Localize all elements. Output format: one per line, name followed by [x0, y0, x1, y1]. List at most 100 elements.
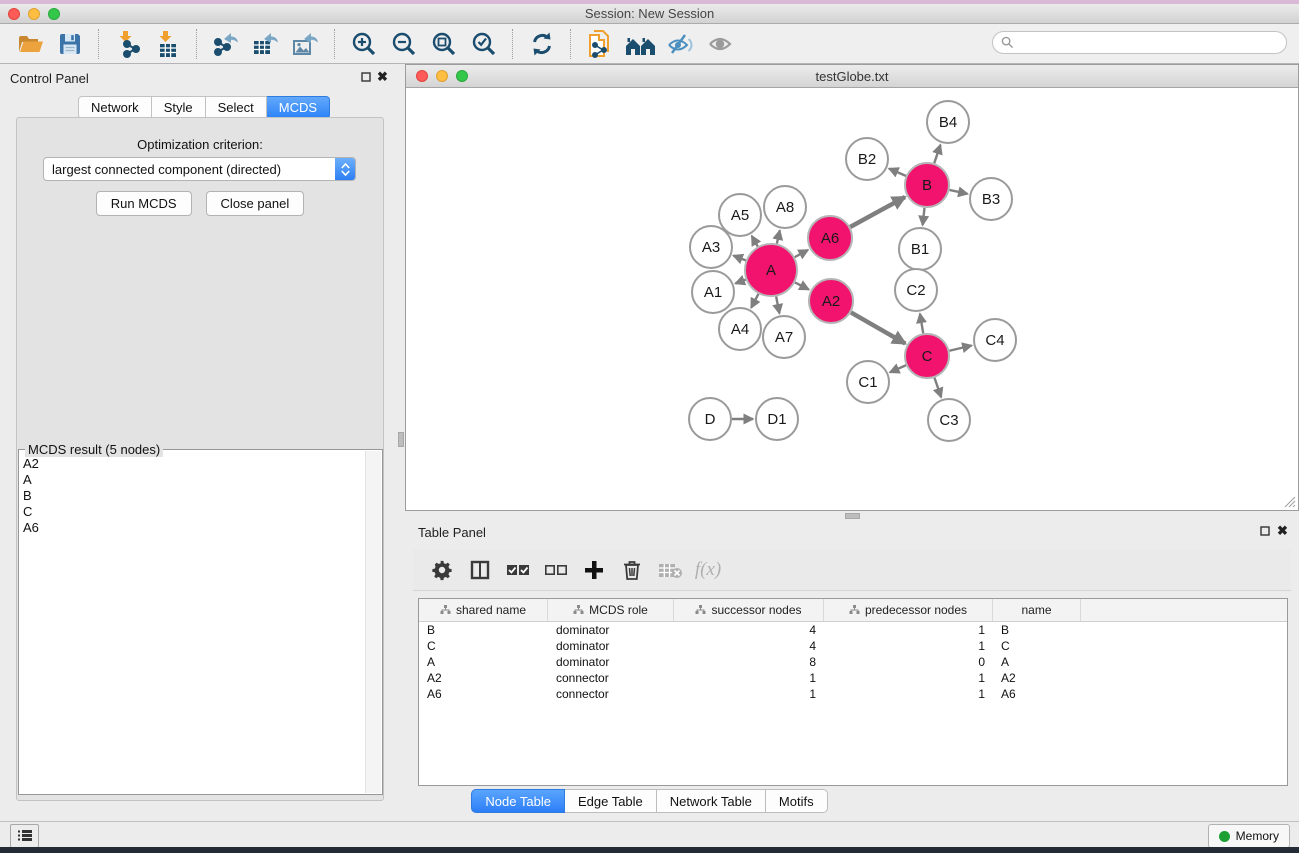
table-row[interactable]: Cdominator41C: [419, 638, 1287, 654]
graph-node-A6[interactable]: A6: [808, 216, 852, 260]
column-header-shared-name[interactable]: shared name: [419, 599, 548, 621]
task-history-button[interactable]: [10, 824, 39, 848]
create-column-icon[interactable]: [577, 554, 611, 586]
save-session-icon[interactable]: [53, 28, 87, 60]
resize-grip-icon[interactable]: [1282, 494, 1296, 508]
run-mcds-button[interactable]: Run MCDS: [96, 191, 192, 216]
select-columns-icon[interactable]: [463, 554, 497, 586]
table-settings-icon[interactable]: [425, 554, 459, 586]
memory-button[interactable]: Memory: [1208, 824, 1290, 848]
export-network-icon[interactable]: [209, 28, 243, 60]
graph-node-D1[interactable]: D1: [756, 398, 798, 440]
graph-node-B4[interactable]: B4: [927, 101, 969, 143]
graph-node-B2[interactable]: B2: [846, 138, 888, 180]
zoom-fit-icon[interactable]: [427, 28, 461, 60]
table-row[interactable]: A2connector11A2: [419, 670, 1287, 686]
graph-node-A7[interactable]: A7: [763, 316, 805, 358]
hide-selected-icon[interactable]: [663, 28, 697, 60]
graph-node-A4[interactable]: A4: [719, 308, 761, 350]
apply-layout-icon[interactable]: [525, 28, 559, 60]
tab-mcds[interactable]: MCDS: [267, 96, 330, 119]
tab-style[interactable]: Style: [152, 96, 206, 119]
graph-node-A3[interactable]: A3: [690, 226, 732, 268]
control-panel-close-icon[interactable]: ✖: [377, 71, 388, 83]
graph-node-B[interactable]: B: [905, 163, 949, 207]
graph-node-A1[interactable]: A1: [692, 271, 734, 313]
graph-node-A[interactable]: A: [745, 244, 797, 296]
table-row[interactable]: Adominator80A: [419, 654, 1287, 670]
graph-node-A2[interactable]: A2: [809, 279, 853, 323]
deselect-all-rows-icon[interactable]: [539, 554, 573, 586]
tab-motifs[interactable]: Motifs: [766, 789, 828, 813]
edge-B-B2[interactable]: [889, 169, 906, 176]
edge-A-A3[interactable]: [733, 256, 745, 261]
graph-node-C4[interactable]: C4: [974, 319, 1016, 361]
column-header-name[interactable]: name: [993, 599, 1081, 621]
table-panel-float-icon[interactable]: [1260, 526, 1270, 538]
mcds-result-item[interactable]: A6: [23, 520, 39, 536]
zoom-out-icon[interactable]: [387, 28, 421, 60]
mcds-result-item[interactable]: B: [23, 488, 39, 504]
edge-A-A8[interactable]: [777, 230, 780, 243]
edge-A-A4[interactable]: [751, 294, 758, 308]
search-input[interactable]: [1014, 35, 1268, 51]
export-image-icon[interactable]: [289, 28, 323, 60]
mcds-result-scrollbar[interactable]: [365, 451, 381, 793]
edge-A6-B[interactable]: [850, 197, 905, 227]
import-network-icon[interactable]: [111, 28, 145, 60]
select-all-rows-icon[interactable]: [501, 554, 535, 586]
tab-node-table[interactable]: Node Table: [471, 789, 565, 813]
edge-B-B4[interactable]: [934, 145, 940, 163]
mcds-result-item[interactable]: A2: [23, 456, 39, 472]
first-neighbors-icon[interactable]: [623, 28, 657, 60]
graph-node-A5[interactable]: A5: [719, 194, 761, 236]
graph-node-C3[interactable]: C3: [928, 399, 970, 441]
graph-node-A8[interactable]: A8: [764, 186, 806, 228]
import-table-icon[interactable]: [151, 28, 185, 60]
edge-A-A5[interactable]: [752, 236, 758, 247]
criterion-dropdown[interactable]: largest connected component (directed): [43, 157, 356, 181]
table-panel-close-icon[interactable]: ✖: [1277, 525, 1288, 537]
vertical-splitter-handle[interactable]: [398, 432, 404, 447]
graph-node-C1[interactable]: C1: [847, 361, 889, 403]
edge-B-B1[interactable]: [923, 208, 925, 225]
graph-node-C2[interactable]: C2: [895, 269, 937, 311]
tab-edge-table[interactable]: Edge Table: [565, 789, 657, 813]
graph-node-C[interactable]: C: [905, 334, 949, 378]
open-session-icon[interactable]: [13, 28, 47, 60]
graph-node-B1[interactable]: B1: [899, 228, 941, 270]
zoom-in-icon[interactable]: [347, 28, 381, 60]
edge-B-B3[interactable]: [949, 190, 967, 194]
edge-A-A7[interactable]: [776, 297, 779, 314]
tab-select[interactable]: Select: [206, 96, 267, 119]
graph-node-B3[interactable]: B3: [970, 178, 1012, 220]
column-header-successor-nodes[interactable]: successor nodes: [674, 599, 824, 621]
mcds-result-item[interactable]: A: [23, 472, 39, 488]
column-header-predecessor-nodes[interactable]: predecessor nodes: [824, 599, 993, 621]
network-canvas[interactable]: B4 B2 B B3 A8A5 A6 A3 B1 A C2 A1 A2 A4A7 C4 C C1 C3 D D1: [406, 88, 1298, 510]
graph-node-D[interactable]: D: [689, 398, 731, 440]
column-header-MCDS-role[interactable]: MCDS role: [548, 599, 674, 621]
export-table-icon[interactable]: [249, 28, 283, 60]
edge-A-A1[interactable]: [735, 280, 745, 284]
zoom-selected-icon[interactable]: [467, 28, 501, 60]
table-row[interactable]: A6connector11A6: [419, 686, 1287, 702]
edge-A2-C[interactable]: [851, 312, 905, 343]
tab-network-table[interactable]: Network Table: [657, 789, 766, 813]
new-network-from-selection-icon[interactable]: [583, 28, 617, 60]
mcds-result-item[interactable]: C: [23, 504, 39, 520]
show-all-icon[interactable]: [703, 28, 737, 60]
search-field[interactable]: [992, 31, 1287, 54]
edge-C-C3[interactable]: [934, 378, 941, 398]
edge-A-A6[interactable]: [795, 250, 808, 257]
horizontal-splitter-handle[interactable]: [845, 513, 860, 519]
edge-C-C1[interactable]: [890, 365, 906, 372]
edge-C-C2[interactable]: [920, 314, 923, 334]
control-panel-float-icon[interactable]: [361, 72, 371, 84]
table-row[interactable]: Bdominator41B: [419, 622, 1287, 638]
edge-A-A2[interactable]: [795, 282, 809, 289]
close-panel-button[interactable]: Close panel: [206, 191, 305, 216]
edge-C-C4[interactable]: [949, 345, 971, 350]
delete-columns-icon[interactable]: [615, 554, 649, 586]
tab-network[interactable]: Network: [78, 96, 152, 119]
